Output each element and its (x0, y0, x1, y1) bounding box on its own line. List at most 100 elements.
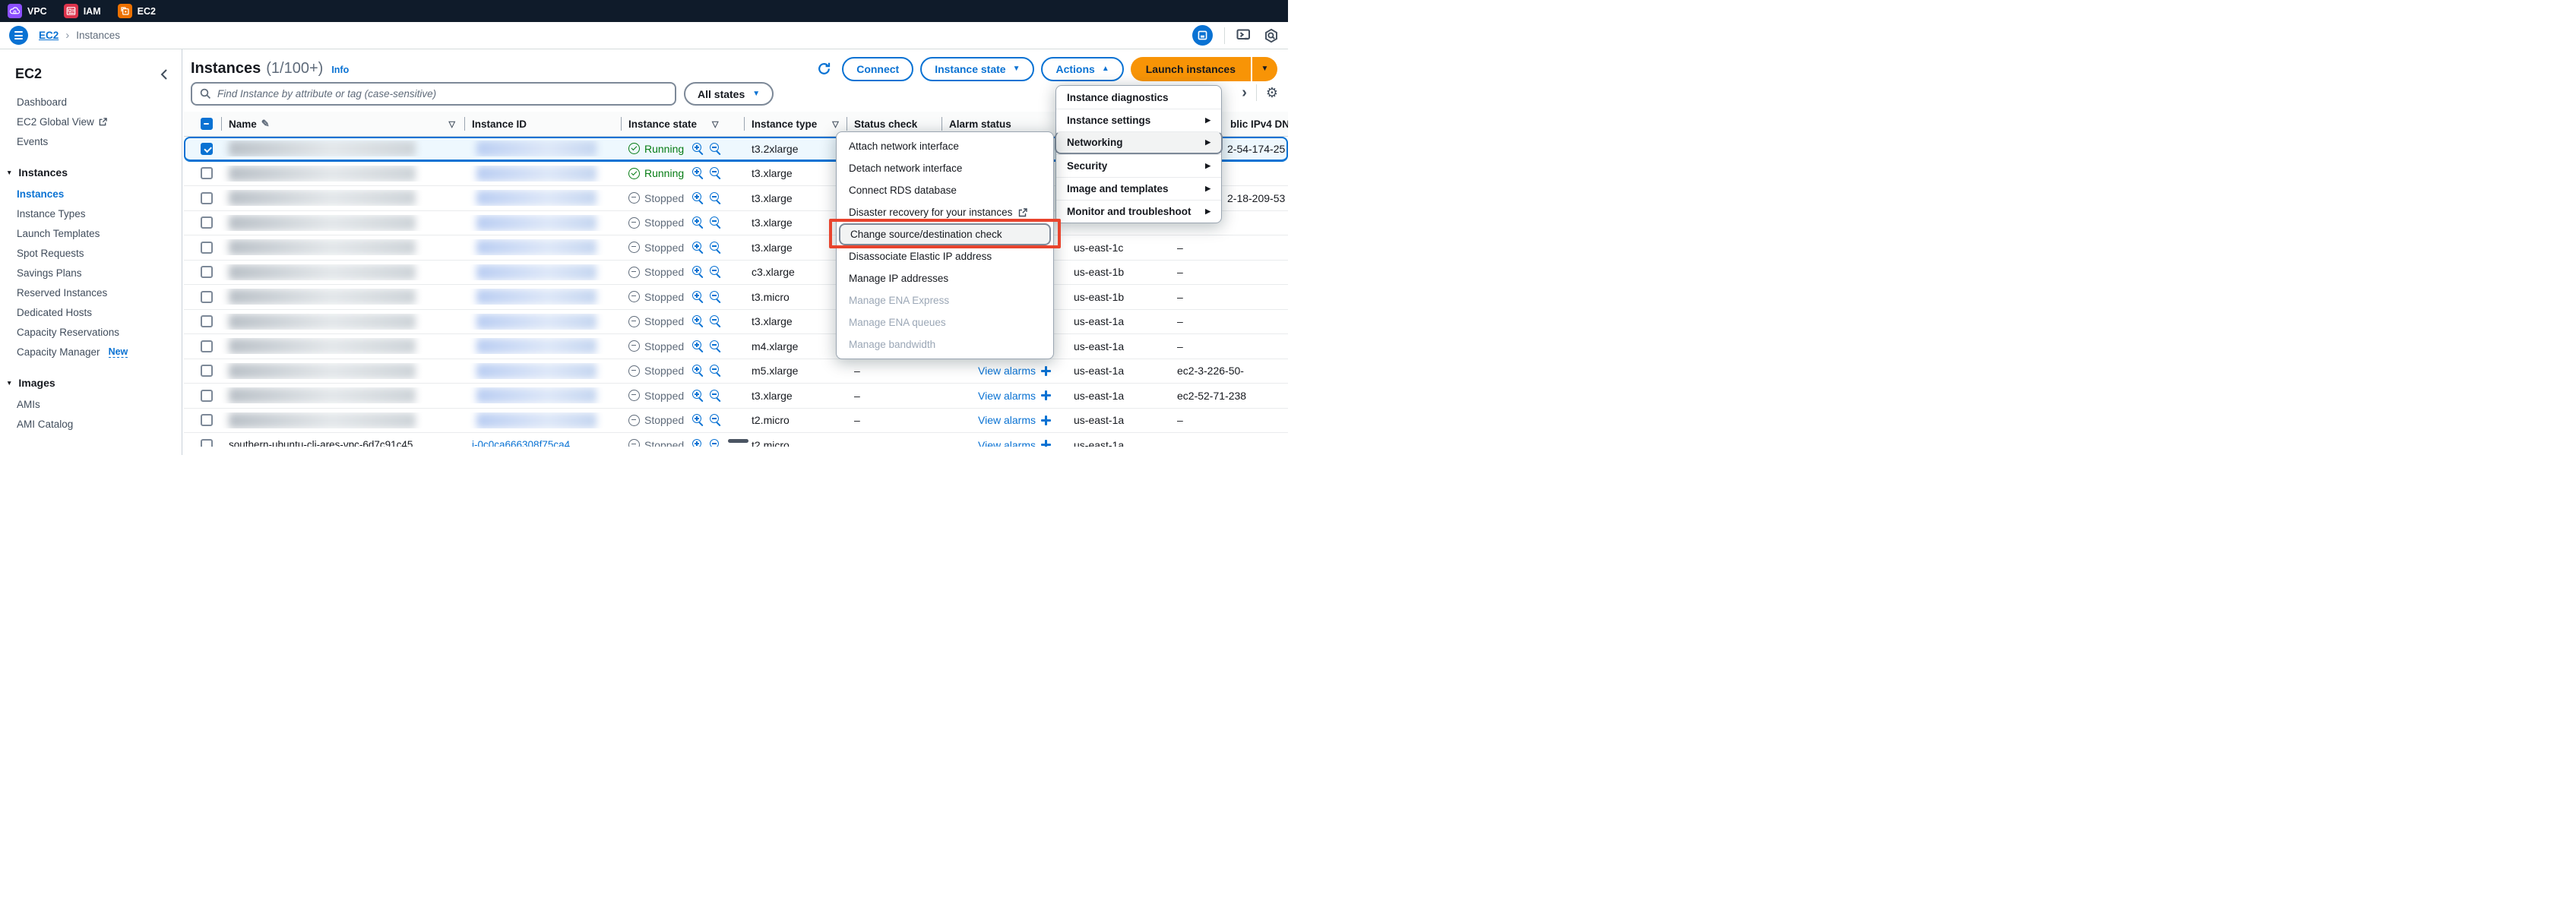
row-checkbox[interactable] (201, 216, 213, 229)
table-row[interactable]: Stopped t2.micro – View alarms (184, 409, 1288, 434)
row-checkbox[interactable] (201, 390, 213, 402)
sidebar-item[interactable]: Instances (0, 184, 182, 204)
sidebar-item[interactable]: Dedicated Hosts (0, 302, 182, 322)
split-panel-button[interactable] (1192, 25, 1213, 46)
sidebar-item[interactable]: AMIs (0, 394, 182, 414)
table-row[interactable]: Stopped t3.xlarge – View alarms (184, 384, 1288, 409)
gear-icon[interactable]: ⚙ (1266, 86, 1278, 100)
actions-menu-item[interactable]: Networking ▶ (1055, 131, 1223, 154)
breadcrumb-ec2-link[interactable]: EC2 (39, 30, 59, 41)
amazon-q-icon[interactable] (1264, 28, 1279, 43)
zoom-in-icon[interactable] (691, 266, 704, 279)
favorite-service[interactable]: IAM (64, 4, 101, 18)
next-page-icon[interactable]: › (1242, 85, 1247, 100)
networking-submenu-item[interactable]: Disassociate Elastic IP address (837, 245, 1053, 267)
actions-menu-item[interactable]: Instance diagnostics ▶ (1056, 86, 1221, 109)
table-row[interactable]: Stopped t3.xlarge View alarms (184, 235, 1288, 261)
zoom-in-icon[interactable] (691, 414, 704, 427)
sidebar-item[interactable]: Dashboard (0, 92, 182, 112)
filter-icon[interactable]: ▽ (712, 119, 718, 129)
zoom-out-icon[interactable] (709, 216, 722, 229)
connect-button[interactable]: Connect (842, 57, 913, 81)
sidebar-item[interactable]: Instance Types (0, 204, 182, 223)
actions-menu-item[interactable]: Instance settings ▶ (1056, 109, 1221, 131)
sidebar-item[interactable]: Launch Templates (0, 223, 182, 243)
filter-icon[interactable]: ▽ (449, 119, 455, 129)
zoom-in-icon[interactable] (691, 389, 704, 402)
zoom-in-icon[interactable] (691, 290, 704, 303)
zoom-in-icon[interactable] (691, 315, 704, 328)
instance-state-button[interactable]: Instance state▼ (920, 57, 1034, 81)
add-alarm-icon[interactable] (1041, 366, 1051, 376)
networking-submenu-item[interactable]: Attach network interface (837, 135, 1053, 157)
zoom-out-icon[interactable] (709, 414, 722, 427)
row-checkbox[interactable] (201, 414, 213, 426)
zoom-out-icon[interactable] (709, 438, 722, 447)
zoom-out-icon[interactable] (709, 266, 722, 279)
sidebar-item[interactable]: Capacity Manager New (0, 342, 182, 362)
networking-submenu-item[interactable]: Manage bandwidth (837, 333, 1053, 355)
select-all-checkbox[interactable] (201, 118, 213, 130)
zoom-out-icon[interactable] (709, 389, 722, 402)
sidebar-section-header[interactable]: ▼ Instances (0, 161, 182, 184)
zoom-in-icon[interactable] (691, 167, 704, 180)
sidebar-item[interactable]: Reserved Instances (0, 283, 182, 302)
table-row[interactable]: Stopped t3.micro View alarms (184, 285, 1288, 310)
sidebar-item[interactable]: Spot Requests (0, 243, 182, 263)
filter-icon[interactable]: ▽ (832, 119, 838, 129)
cloudshell-icon[interactable] (1236, 29, 1252, 43)
row-checkbox[interactable] (201, 242, 213, 254)
table-row[interactable]: Stopped t3.xlarge View alarms (184, 310, 1288, 335)
actions-menu-item[interactable]: Image and templates ▶ (1056, 177, 1221, 200)
row-checkbox[interactable] (201, 439, 213, 447)
row-checkbox[interactable] (201, 192, 213, 204)
actions-button[interactable]: Actions▲ (1041, 57, 1123, 81)
view-alarms-link[interactable]: View alarms (978, 414, 1036, 426)
zoom-in-icon[interactable] (691, 216, 704, 229)
zoom-out-icon[interactable] (709, 340, 722, 352)
view-alarms-link[interactable]: View alarms (978, 439, 1036, 447)
favorite-service[interactable]: VPC (8, 4, 47, 18)
sidebar-section-header[interactable]: ▼ Images (0, 371, 182, 394)
zoom-in-icon[interactable] (691, 142, 704, 155)
networking-submenu-item[interactable]: Manage ENA Express (837, 289, 1053, 311)
zoom-in-icon[interactable] (691, 438, 704, 447)
row-checkbox[interactable] (201, 143, 213, 155)
view-alarms-link[interactable]: View alarms (978, 390, 1036, 402)
view-alarms-link[interactable]: View alarms (978, 365, 1036, 377)
zoom-in-icon[interactable] (691, 191, 704, 204)
row-checkbox[interactable] (201, 340, 213, 352)
add-alarm-icon[interactable] (1041, 440, 1051, 447)
instance-id-link[interactable]: i-0c0ca666308f75ca4 (472, 439, 570, 447)
launch-instances-dropdown[interactable]: ▼ (1252, 57, 1277, 81)
networking-submenu-item[interactable]: Change source/destination check (839, 223, 1051, 245)
zoom-in-icon[interactable] (691, 340, 704, 352)
sidebar-item[interactable]: Savings Plans (0, 263, 182, 283)
networking-submenu-item[interactable]: Detach network interface (837, 157, 1053, 179)
collapse-sidebar-icon[interactable] (160, 69, 168, 80)
hamburger-menu-button[interactable] (9, 26, 28, 45)
info-link[interactable]: Info (331, 65, 349, 75)
zoom-out-icon[interactable] (709, 315, 722, 328)
sidebar-item[interactable]: Capacity Reservations (0, 322, 182, 342)
zoom-in-icon[interactable] (691, 241, 704, 254)
networking-submenu-item[interactable]: Connect RDS database (837, 179, 1053, 201)
search-input[interactable] (217, 88, 667, 100)
favorite-service[interactable]: EC2 (118, 4, 156, 18)
table-row[interactable]: Stopped c3.xlarge View alarms (184, 261, 1288, 286)
zoom-out-icon[interactable] (709, 365, 722, 378)
add-alarm-icon[interactable] (1041, 416, 1051, 425)
refresh-icon[interactable] (812, 58, 835, 81)
sidebar-item[interactable]: EC2 Global View (0, 112, 182, 131)
networking-submenu-item[interactable]: Manage IP addresses (837, 267, 1053, 289)
zoom-in-icon[interactable] (691, 365, 704, 378)
row-checkbox[interactable] (201, 167, 213, 179)
row-checkbox[interactable] (201, 315, 213, 327)
launch-instances-button[interactable]: Launch instances (1131, 57, 1251, 81)
zoom-out-icon[interactable] (709, 290, 722, 303)
networking-submenu-item[interactable]: Disaster recovery for your instances (837, 201, 1053, 223)
actions-menu-item[interactable]: Monitor and troubleshoot ▶ (1056, 200, 1221, 223)
zoom-out-icon[interactable] (709, 167, 722, 180)
horizontal-scrollbar-thumb[interactable] (728, 439, 748, 443)
table-row[interactable]: Stopped m4.xlarge View alarms (184, 334, 1288, 359)
